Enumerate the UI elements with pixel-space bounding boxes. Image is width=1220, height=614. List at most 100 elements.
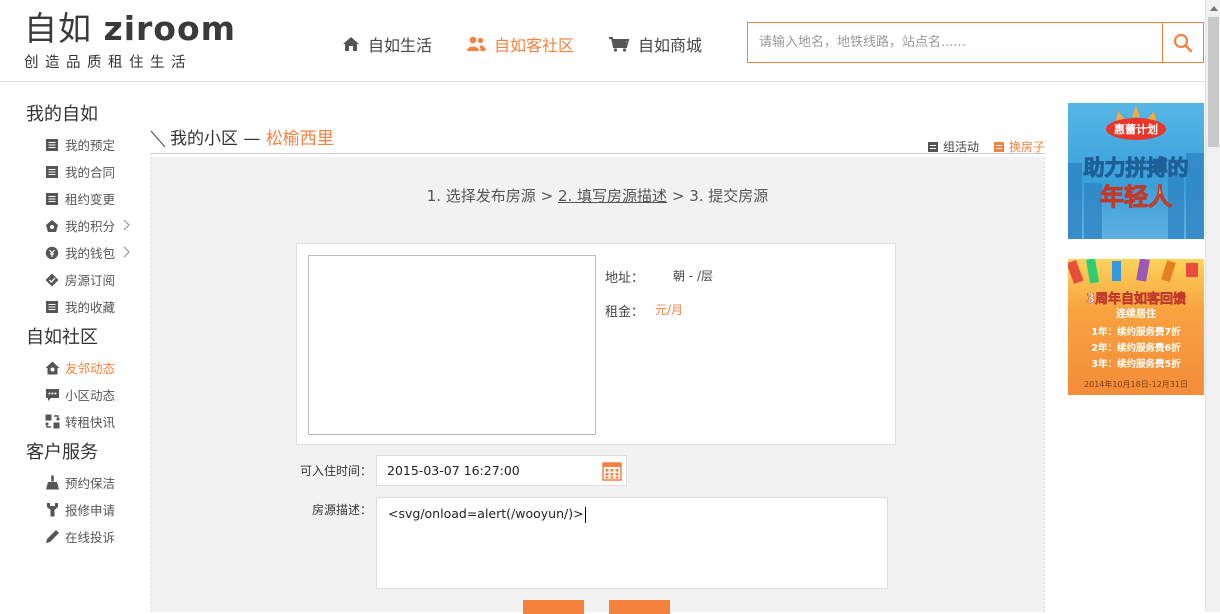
broom-icon (44, 475, 60, 491)
sidebar-item-label: 租约变更 (65, 192, 116, 207)
nav-label: 自如生活 (368, 36, 433, 55)
sidebar-item-neighbor-feed[interactable]: 友邻动态 (26, 354, 136, 381)
left-sidebar: 我的自如 我的预定 我的合同 租约变更 我的积分 我的钱包 房源订阅 我的收藏 … (26, 100, 136, 553)
scroll-up-arrow-icon[interactable] (1206, 0, 1220, 16)
sidebar-item-my-wallet[interactable]: 我的钱包 (26, 239, 136, 266)
page-scrollbar[interactable] (1205, 0, 1220, 612)
house-info-card: 地址： 朝 - /层 租金： 元/月 (296, 243, 896, 445)
ziroom-logo[interactable]: 自如 ziroom 创造品质租住生活 (24, 9, 239, 72)
switch-house-link[interactable]: 换房子 (993, 138, 1045, 155)
step-1: 1. 选择发布房源 (426, 187, 536, 205)
sidebar-item-label: 我的预定 (65, 138, 116, 153)
checkin-row: 可入住时间： (296, 462, 376, 479)
svg-text:2年：续约服务费6折: 2年：续约服务费6折 (1091, 342, 1181, 354)
sidebar-item-my-favorites[interactable]: 我的收藏 (26, 293, 136, 320)
house-icon (44, 360, 60, 376)
document-icon (44, 137, 60, 153)
svg-text:3年：续约服务费5折: 3年：续约服务费5折 (1091, 358, 1181, 370)
sidebar-item-my-points[interactable]: 我的积分 (26, 212, 136, 239)
logo-brand: 自如 ziroom (24, 9, 237, 48)
page-title-bar: 我的小区 — 松榆西里 组活动 换房子 (150, 124, 1045, 154)
diamond-icon (44, 272, 60, 288)
sidebar-group-my-ziroom: 我的自如 我的预定 我的合同 租约变更 我的积分 我的钱包 房源订阅 我的收藏 (26, 100, 136, 320)
document-icon (44, 299, 60, 315)
publish-listing-panel: 1. 选择发布房源 > 2. 填写房源描述 > 3. 提交房源 地址： 朝 - … (150, 157, 1045, 614)
activity-icon (927, 141, 938, 152)
sidebar-item-label: 房源订阅 (65, 273, 116, 288)
house-info: 地址： 朝 - /层 租金： 元/月 (605, 267, 713, 335)
calendar-icon[interactable] (602, 461, 622, 481)
search-icon (1173, 33, 1193, 52)
pen-icon (44, 529, 60, 545)
sidebar-item-online-complaint[interactable]: 在线投诉 (26, 523, 136, 550)
search-input[interactable] (748, 23, 1163, 62)
sidebar-group-title: 自如社区 (26, 327, 98, 348)
svg-text:3周年自如客回馈: 3周年自如客回馈 (1086, 291, 1186, 307)
page-title: 我的小区 — 松榆西里 (170, 129, 334, 149)
search-box (747, 22, 1204, 63)
sidebar-item-my-contracts[interactable]: 我的合同 (26, 158, 136, 185)
checkin-datetime-field[interactable]: 2015-03-07 16:27:00 (376, 455, 627, 486)
chat-icon (44, 387, 60, 403)
sidebar-item-label: 我的积分 (65, 219, 116, 234)
sidebar-item-label: 小区动态 (65, 388, 116, 403)
sidebar-item-my-reservations[interactable]: 我的预定 (26, 131, 136, 158)
checkin-label: 可入住时间： (299, 464, 372, 478)
sidebar-item-sublet-news[interactable]: 转租快讯 (26, 408, 136, 435)
ad-banner-graphic: 3周年自如客回馈 连续居住 1年：续约服务费7折 2年：续约服务费6折 3年：续… (1068, 259, 1198, 389)
nav-item-community[interactable]: 自如客社区 (466, 32, 574, 56)
organize-activity-link[interactable]: 组活动 (927, 138, 979, 155)
sidebar-group-customer-service: 客户服务 预约保洁 报修申请 在线投诉 (26, 438, 136, 550)
step-3: 3. 提交房源 (689, 187, 769, 205)
nav-item-ziroom-life[interactable]: 自如生活 (342, 32, 432, 56)
ad-banner-youth-plan[interactable]: 惠蕾计划 助力拼搏的 年轻人 (1068, 103, 1204, 239)
search-button[interactable] (1162, 23, 1203, 62)
sidebar-item-label: 我的钱包 (65, 246, 116, 261)
description-textarea[interactable]: <svg/onload=alert(/wooyun/)> (376, 497, 888, 589)
nav-label: 自如客社区 (494, 36, 575, 55)
nav-label: 自如商城 (638, 36, 703, 55)
rent-value: 元/月 (655, 303, 684, 317)
exchange-icon (44, 414, 60, 430)
ad-banner-anniversary[interactable]: 3周年自如客回馈 连续居住 1年：续约服务费7折 2年：续约服务费6折 3年：续… (1068, 259, 1204, 395)
sidebar-item-book-cleaning[interactable]: 预约保洁 (26, 469, 136, 496)
scrollbar-thumb[interactable] (1208, 17, 1219, 147)
document-icon (44, 191, 60, 207)
svg-text:2014年10月18日-12月31日: 2014年10月18日-12月31日 (1084, 379, 1188, 389)
switch-house-icon (993, 141, 1004, 152)
wallet-icon (44, 245, 60, 261)
community-name[interactable]: 松榆西里 (266, 129, 334, 149)
sidebar-group-title: 我的自如 (26, 104, 98, 125)
ad-banner-graphic: 惠蕾计划 助力拼搏的 年轻人 (1068, 105, 1204, 239)
sidebar-item-label: 转租快讯 (65, 415, 116, 430)
chevron-right-icon (123, 219, 130, 231)
sidebar-item-label: 友邻动态 (65, 361, 116, 376)
sidebar-item-listing-subscription[interactable]: 房源订阅 (26, 266, 136, 293)
sidebar-item-label: 报修申请 (65, 503, 116, 518)
logo-slogan: 创造品质租住生活 (24, 55, 192, 71)
chevron-right-icon (123, 246, 130, 258)
svg-text:惠蕾计划: 惠蕾计划 (1114, 122, 1158, 136)
svg-text:1年：续约服务费7折: 1年：续约服务费7折 (1091, 326, 1181, 338)
sidebar-item-label: 我的收藏 (65, 300, 116, 315)
svg-text:年轻人: 年轻人 (1100, 183, 1172, 211)
checkin-datetime-value: 2015-03-07 16:27:00 (387, 463, 520, 478)
svg-text:连续居住: 连续居住 (1116, 307, 1156, 320)
sidebar-item-label: 我的合同 (65, 165, 116, 180)
sidebar-item-community-feed[interactable]: 小区动态 (26, 381, 136, 408)
step-2-current: 2. 填写房源描述 (557, 187, 668, 205)
description-label: 房源描述： (311, 503, 372, 517)
sidebar-item-lease-changes[interactable]: 租约变更 (26, 185, 136, 212)
sidebar-item-repair-request[interactable]: 报修申请 (26, 496, 136, 523)
gift-icon (44, 218, 60, 234)
document-icon (44, 164, 60, 180)
users-icon (467, 36, 486, 51)
wrench-icon (44, 502, 60, 518)
step-indicator: 1. 选择发布房源 > 2. 填写房源描述 > 3. 提交房源 (426, 187, 769, 205)
title-links: 组活动 换房子 (913, 138, 1045, 155)
address-label: 地址： (605, 271, 645, 286)
top-header: 自如 ziroom 创造品质租住生活 自如生活 自如客社区 自如商城 (0, 0, 1205, 82)
rent-label: 租金： (605, 305, 645, 320)
nav-item-mall[interactable]: 自如商城 (608, 32, 702, 56)
svg-text:助力拼搏的: 助力拼搏的 (1084, 156, 1189, 180)
